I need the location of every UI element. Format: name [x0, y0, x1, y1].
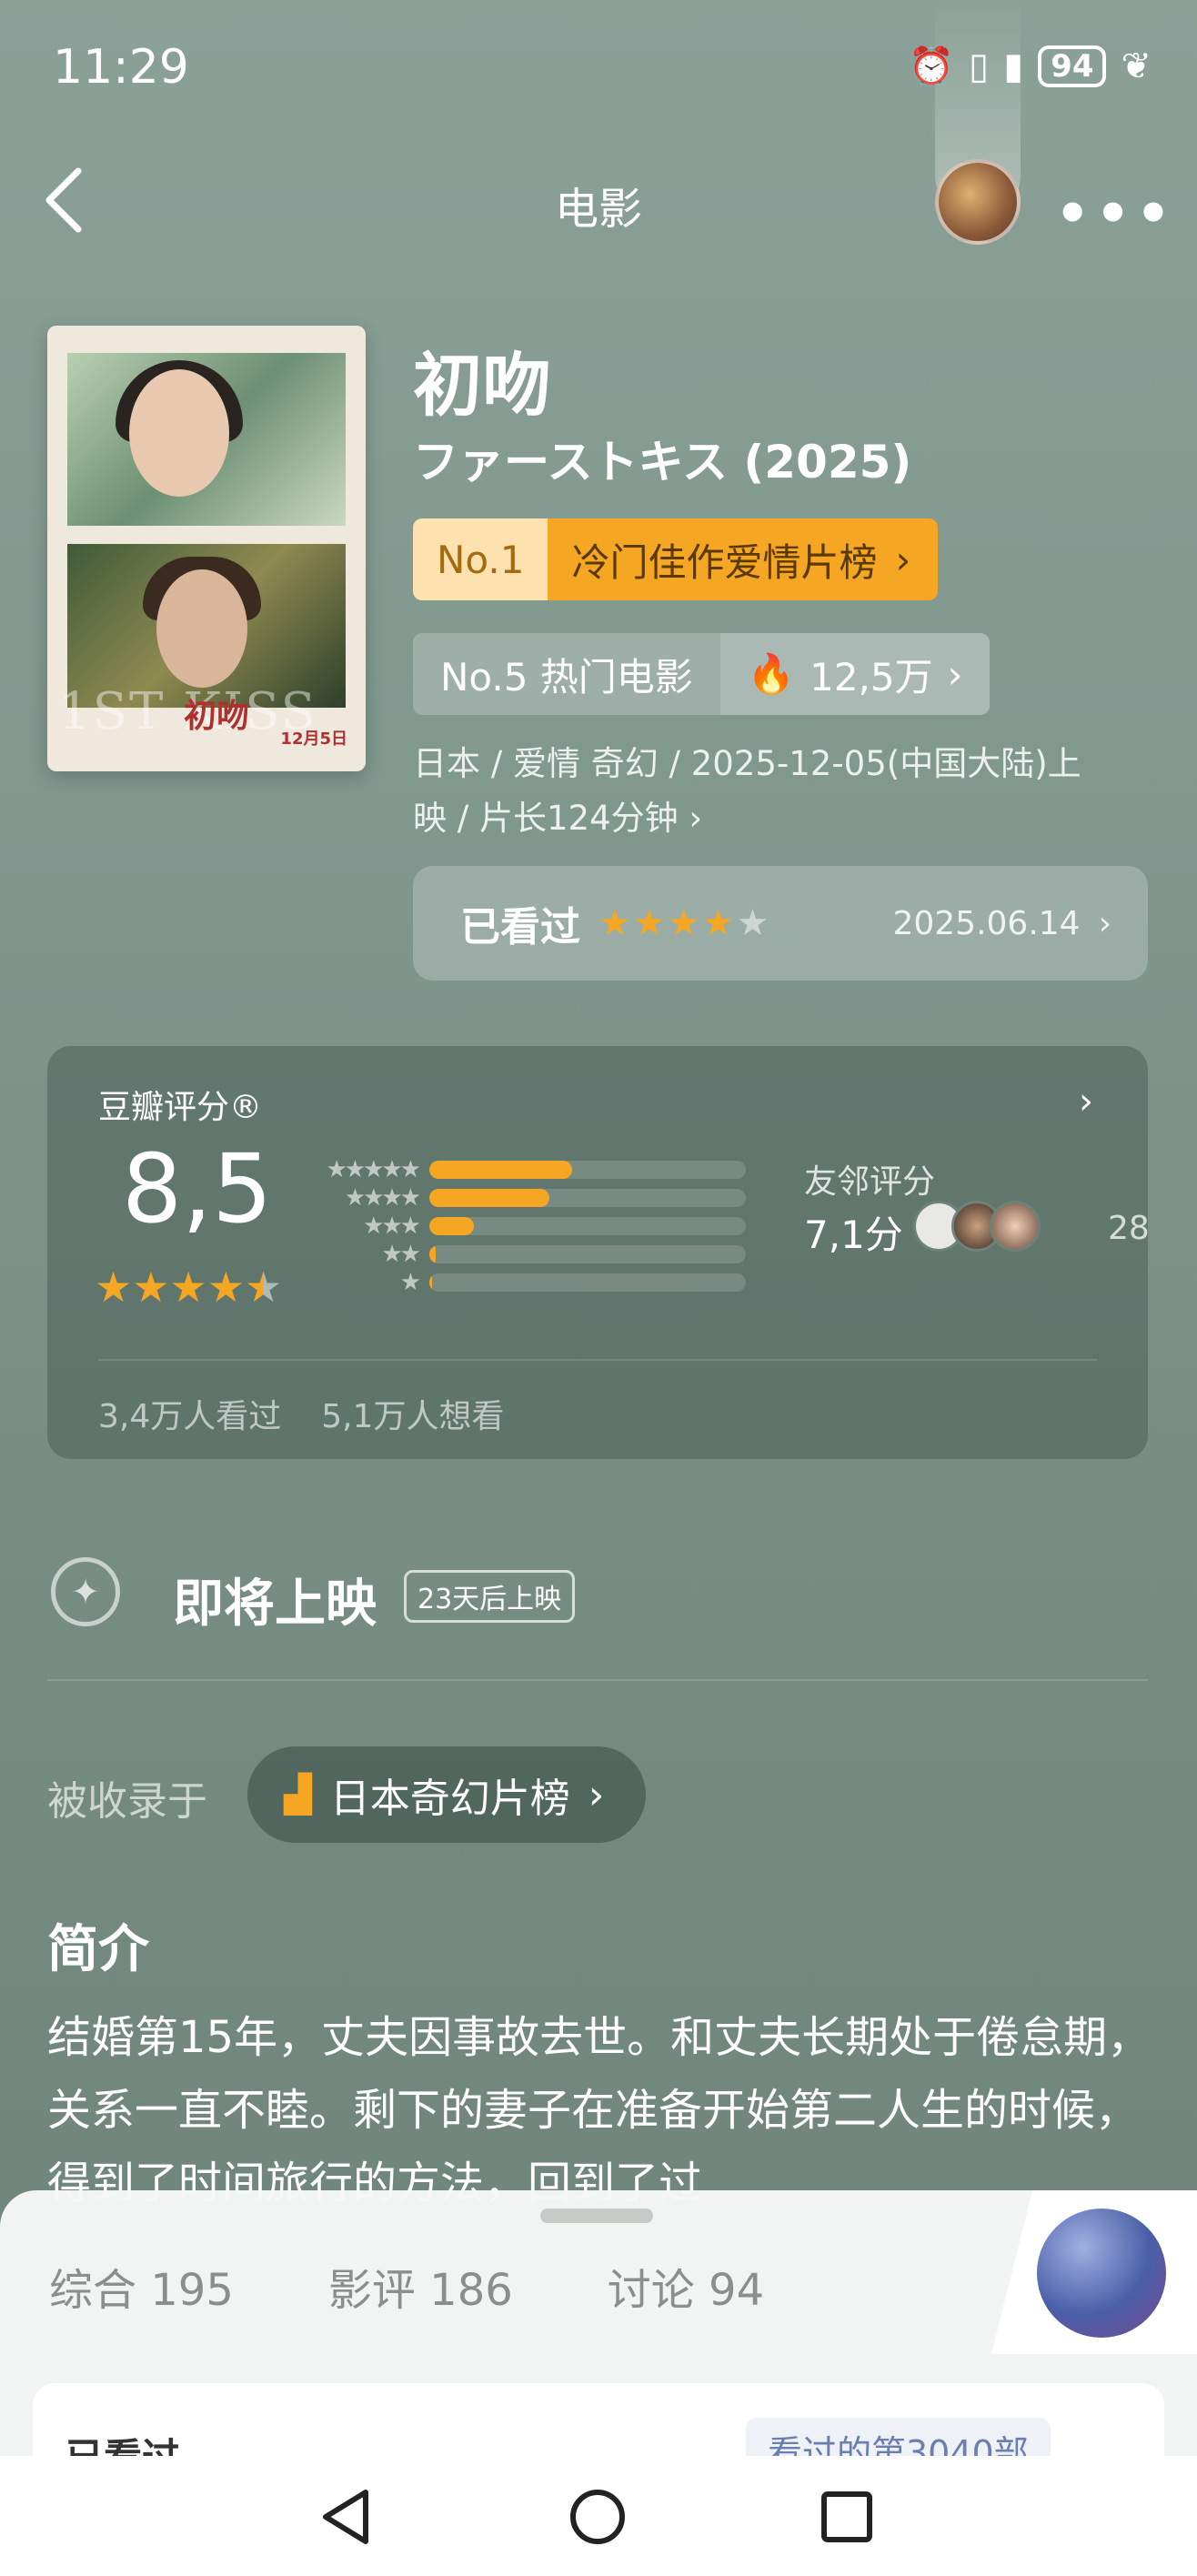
included-chip[interactable]: ▟ 日本奇幻片榜 ›	[247, 1746, 647, 1843]
rank-badge-primary[interactable]: No.1 冷门佳作爱情片榜 ›	[413, 518, 939, 600]
chevron-right-icon: ›	[588, 1771, 605, 1818]
rank-label: 冷门佳作爱情片榜	[571, 539, 878, 585]
want-count: 5,1万人想看	[321, 1398, 505, 1435]
chevron-right-icon: ›	[1098, 904, 1112, 942]
friend-count: 28	[1108, 1210, 1150, 1247]
movie-poster[interactable]: 1ST KISS 初吻 12月5日	[47, 326, 366, 771]
heat-value: 12,5万	[810, 654, 933, 699]
sheet-handle[interactable]	[540, 2209, 653, 2223]
user-avatar[interactable]	[935, 159, 1021, 245]
watched-date-wrap: 2025.06.14 ›	[892, 905, 1112, 942]
upcoming-badge: 23天后上映	[404, 1570, 576, 1623]
friend-avatars[interactable]	[913, 1201, 1041, 1252]
status-time: 11:29	[53, 40, 189, 95]
hot-rank-label: No.5 热门电影	[413, 633, 720, 715]
fire-icon: 🔥	[747, 651, 796, 696]
friend-rating-label: 友邻评分	[804, 1163, 936, 1201]
chevron-right-icon: ›	[1079, 1081, 1093, 1122]
intro-heading: 简介	[47, 1920, 149, 1979]
bar-5: ★★★★★	[311, 1155, 802, 1183]
poster-date: 12月5日	[280, 730, 347, 749]
tab-discussions[interactable]: 讨论 94	[608, 2254, 764, 2318]
status-icons: ⏰ ▯ ▮ 94 ❦	[909, 45, 1152, 87]
watched-label: 已看过	[460, 904, 580, 951]
rank-number: No.1	[413, 518, 548, 600]
rating-distribution: ★★★★★ ★★★★ ★★★ ★★ ★	[311, 1155, 802, 1296]
rank-badge-secondary[interactable]: No.5 热门电影 🔥 12,5万 ›	[413, 633, 991, 715]
meta-line-1: 日本 / 爱情 奇幻 / 2025-12-05(中国大陆)上	[413, 744, 1081, 783]
nav-home-icon[interactable]	[557, 2476, 639, 2558]
divider	[98, 1359, 1097, 1361]
signal-icon: ▮	[1003, 45, 1024, 87]
chevron-right-icon: ›	[689, 799, 703, 838]
alarm-icon: ⏰	[909, 45, 955, 87]
ranking-icon: ▟	[284, 1774, 312, 1816]
my-rating-box[interactable]: 已看过 ★★★★★ 2025.06.14 ›	[413, 866, 1148, 981]
poster-title: 初吻	[184, 697, 250, 735]
battery-icon: 94	[1038, 45, 1107, 87]
friend-rating-score: 7,1分	[804, 1213, 903, 1257]
nav-back-icon[interactable]	[306, 2476, 387, 2558]
movie-title: 初吻	[413, 345, 551, 426]
floating-avatar-button[interactable]	[1037, 2209, 1166, 2338]
rating-score: 8,5	[122, 1133, 273, 1244]
movie-meta[interactable]: 日本 / 爱情 奇幻 / 2025-12-05(中国大陆)上 映 / 片长124…	[413, 737, 1141, 846]
vibrate-icon: ▯	[969, 45, 990, 87]
movie-original-title: ファーストキス (2025)	[413, 436, 912, 488]
my-stars: ★★★★★	[598, 902, 771, 944]
bar-1: ★	[311, 1268, 802, 1296]
chevron-right-icon: ›	[895, 537, 911, 582]
sheet-tabs: 综合 195 影评 186 讨论 94	[49, 2254, 764, 2318]
meta-line-2: 映 / 片长124分钟	[413, 799, 679, 838]
watched-count: 3,4万人看过	[98, 1398, 282, 1435]
rating-card[interactable]: 豆瓣评分® › 8,5 ★★★★★ ★★★★★ ★★★★ ★★★ ★★ ★ 友邻…	[47, 1046, 1150, 1459]
nav-recents-icon[interactable]	[806, 2476, 888, 2558]
tab-overall[interactable]: 综合 195	[49, 2254, 234, 2318]
bar-4: ★★★★	[311, 1183, 802, 1212]
rating-label: 豆瓣评分®	[98, 1089, 263, 1126]
bar-3: ★★★	[311, 1212, 802, 1240]
included-chip-label: 日本奇幻片榜	[329, 1776, 570, 1822]
intro-text[interactable]: 结婚第15年，丈夫因事故去世。和丈夫长期处于倦怠期，关系一直不睦。剩下的妻子在准…	[47, 2001, 1157, 2219]
divider	[47, 1679, 1148, 1681]
rank-label-wrap: 冷门佳作爱情片榜 ›	[548, 518, 939, 600]
more-icon[interactable]: •••	[1055, 182, 1176, 246]
leaf-icon: ❦	[1121, 45, 1152, 87]
rating-footer: 3,4万人看过 5,1万人想看	[98, 1390, 505, 1437]
tab-reviews[interactable]: 影评 186	[328, 2254, 513, 2318]
upcoming-icon: ✦	[51, 1557, 120, 1626]
watched-date: 2025.06.14	[892, 904, 1081, 942]
heat-wrap: 🔥 12,5万 ›	[719, 633, 991, 715]
upcoming-title: 即将上映	[173, 1575, 377, 1634]
included-label: 被收录于	[47, 1778, 207, 1825]
rating-stars: ★★★★★	[95, 1263, 283, 1312]
chevron-right-icon: ›	[947, 651, 963, 697]
bar-2: ★★	[311, 1240, 802, 1268]
